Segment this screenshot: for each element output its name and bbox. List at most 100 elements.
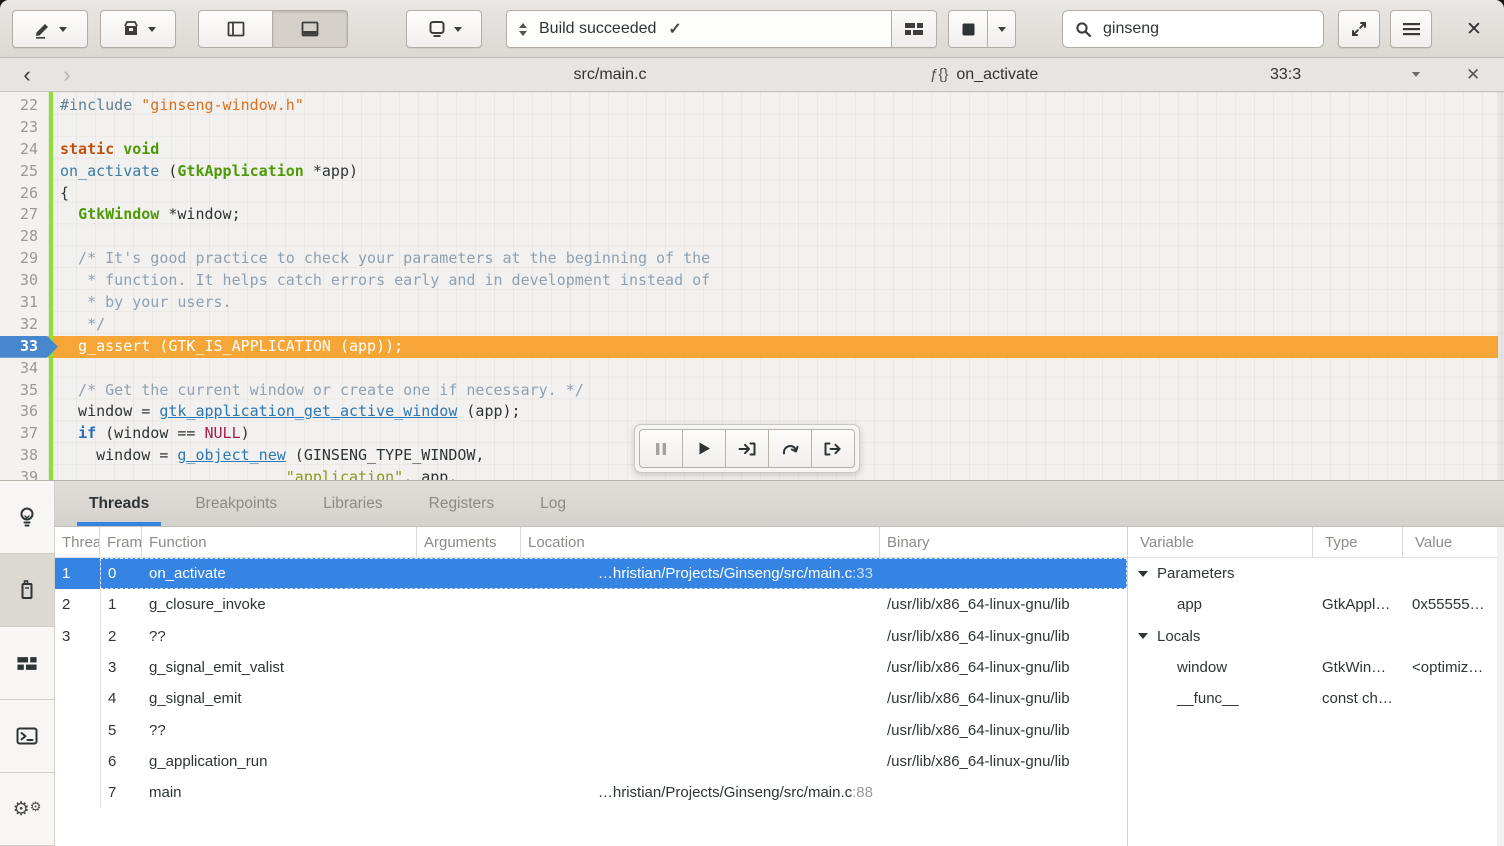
function-indicator[interactable]: ƒ{} on_activate xyxy=(930,58,1038,91)
line-number[interactable]: 32 xyxy=(0,314,48,336)
stop-icon xyxy=(962,23,975,36)
document-menu-caret-icon[interactable] xyxy=(1412,72,1420,77)
rail-device-button[interactable] xyxy=(0,554,54,627)
variable-group-row[interactable]: Locals xyxy=(1128,621,1497,652)
cell-frame: 1 xyxy=(100,589,142,620)
line-number[interactable]: 31 xyxy=(0,292,48,314)
expander-icon[interactable] xyxy=(1138,633,1148,639)
code-line[interactable]: 24static void xyxy=(0,139,1504,161)
code-line[interactable]: 27 GtkWindow *window; xyxy=(0,204,1504,226)
chevron-down-icon xyxy=(59,27,67,32)
current-line-number[interactable]: 33 xyxy=(0,336,58,358)
column-header-binary[interactable]: Binary xyxy=(880,527,1127,557)
column-header-type[interactable]: Type xyxy=(1313,527,1403,557)
thread-frame-row[interactable]: 4g_signal_emit/usr/lib/x86_64-linux-gnu/… xyxy=(55,683,1127,714)
code-line[interactable]: 33 g_assert (GTK_IS_APPLICATION (app)); xyxy=(0,336,1504,358)
line-number[interactable]: 38 xyxy=(0,445,48,467)
line-number[interactable]: 30 xyxy=(0,270,48,292)
nav-forward-button[interactable]: › xyxy=(54,62,80,88)
window-close-button[interactable]: ✕ xyxy=(1452,10,1496,48)
line-number[interactable]: 29 xyxy=(0,248,48,270)
code-line[interactable]: 30 * function. It helps catch errors ear… xyxy=(0,270,1504,292)
code-line[interactable]: 38 window = g_object_new (GINSENG_TYPE_W… xyxy=(0,445,1504,467)
line-number[interactable]: 25 xyxy=(0,161,48,183)
rail-terminal-button[interactable] xyxy=(0,700,54,773)
code-line[interactable]: 32 */ xyxy=(0,314,1504,336)
line-number[interactable]: 36 xyxy=(0,401,48,423)
build-button[interactable] xyxy=(891,11,936,47)
line-number[interactable]: 28 xyxy=(0,226,48,248)
thread-frame-row[interactable]: 32??/usr/lib/x86_64-linux-gnu/lib xyxy=(55,621,1127,652)
line-number[interactable]: 39 xyxy=(0,467,48,480)
project-dropdown-button[interactable] xyxy=(100,10,176,48)
code-line[interactable]: 23 xyxy=(0,117,1504,139)
global-search[interactable] xyxy=(1062,10,1324,48)
rail-todo-button[interactable] xyxy=(0,481,54,554)
rail-build-button[interactable] xyxy=(0,627,54,700)
line-number[interactable]: 22 xyxy=(0,95,48,117)
code-text xyxy=(48,117,1504,139)
variable-row[interactable]: windowGtkWin…<optimiz… xyxy=(1128,652,1497,683)
tab-libraries[interactable]: Libraries xyxy=(311,481,394,526)
line-number[interactable]: 35 xyxy=(0,380,48,402)
stop-button[interactable] xyxy=(948,10,988,48)
column-header-location[interactable]: Location xyxy=(521,527,880,557)
thread-frame-row[interactable]: 5??/usr/lib/x86_64-linux-gnu/lib xyxy=(55,714,1127,745)
column-header-variable[interactable]: Variable xyxy=(1128,527,1313,557)
tab-registers[interactable]: Registers xyxy=(417,481,506,526)
fullscreen-button[interactable] xyxy=(1338,10,1380,48)
line-number[interactable]: 26 xyxy=(0,183,48,205)
line-number[interactable]: 24 xyxy=(0,139,48,161)
column-header-value[interactable]: Value xyxy=(1403,527,1497,557)
code-line[interactable]: 28 xyxy=(0,226,1504,248)
fullscreen-icon xyxy=(1350,20,1368,38)
thread-frame-row[interactable]: 10on_activate…hristian/Projects/Ginseng/… xyxy=(55,558,1127,589)
close-document-button[interactable]: ✕ xyxy=(1466,58,1480,91)
variable-row[interactable]: appGtkAppl…0x55555… xyxy=(1128,589,1497,620)
toggle-bottom-panel-button[interactable] xyxy=(273,10,348,48)
edit-dropdown-button[interactable] xyxy=(12,10,88,48)
thread-frame-row[interactable]: 7main…hristian/Projects/Ginseng/src/main… xyxy=(55,777,1127,808)
code-line[interactable]: 26{ xyxy=(0,183,1504,205)
menu-button[interactable] xyxy=(1390,10,1432,48)
code-line[interactable]: 37 if (window == NULL) xyxy=(0,423,1504,445)
omni-bar[interactable]: Build succeeded ✓ xyxy=(506,10,937,48)
variable-row[interactable]: __func__const ch… xyxy=(1128,683,1497,714)
expander-icon[interactable] xyxy=(1138,571,1148,577)
code-line[interactable]: 39 "application", app, xyxy=(0,467,1504,480)
thread-frame-row[interactable]: 3g_signal_emit_valist/usr/lib/x86_64-lin… xyxy=(55,652,1127,683)
code-line[interactable]: 25on_activate (GtkApplication *app) xyxy=(0,161,1504,183)
rail-settings-button[interactable]: ⚙⚙ xyxy=(0,773,54,846)
variable-group-row[interactable]: Parameters xyxy=(1128,558,1497,589)
build-bricks-icon xyxy=(16,655,38,672)
tab-threads[interactable]: Threads xyxy=(77,481,161,526)
line-number[interactable]: 37 xyxy=(0,423,48,445)
code-line[interactable]: 29 /* It's good practice to check your p… xyxy=(0,248,1504,270)
device-icon xyxy=(18,579,36,601)
column-header-function[interactable]: Function xyxy=(142,527,417,557)
code-line[interactable]: 34 xyxy=(0,358,1504,380)
nav-back-button[interactable]: ‹ xyxy=(14,62,40,88)
tab-log[interactable]: Log xyxy=(528,481,578,526)
line-number[interactable]: 23 xyxy=(0,117,48,139)
thread-frame-row[interactable]: 21g_closure_invoke/usr/lib/x86_64-linux-… xyxy=(55,589,1127,620)
device-dropdown-button[interactable] xyxy=(406,10,482,48)
threads-rows: 10on_activate…hristian/Projects/Ginseng/… xyxy=(55,558,1127,808)
toggle-left-panel-button[interactable] xyxy=(198,10,273,48)
column-header-frame[interactable]: Frame xyxy=(100,527,142,557)
code-line[interactable]: 35 /* Get the current window or create o… xyxy=(0,380,1504,402)
tab-breakpoints[interactable]: Breakpoints xyxy=(183,481,289,526)
thread-frame-row[interactable]: 6g_application_run/usr/lib/x86_64-linux-… xyxy=(55,746,1127,777)
stop-options-button[interactable] xyxy=(988,10,1016,48)
build-status-field[interactable]: Build succeeded ✓ xyxy=(507,11,891,47)
line-number[interactable]: 27 xyxy=(0,204,48,226)
code-line[interactable]: 31 * by your users. xyxy=(0,292,1504,314)
column-header-arguments[interactable]: Arguments xyxy=(417,527,521,557)
line-number[interactable]: 34 xyxy=(0,358,48,380)
column-header-thread[interactable]: Thread xyxy=(55,527,100,557)
code-line[interactable]: 36 window = gtk_application_get_active_w… xyxy=(0,401,1504,423)
source-editor[interactable]: 22#include "ginseng-window.h"2324static … xyxy=(0,92,1504,480)
code-line[interactable]: 22#include "ginseng-window.h" xyxy=(0,95,1504,117)
header-bar: Build succeeded ✓ xyxy=(0,0,1504,58)
search-input[interactable] xyxy=(1101,19,1285,39)
